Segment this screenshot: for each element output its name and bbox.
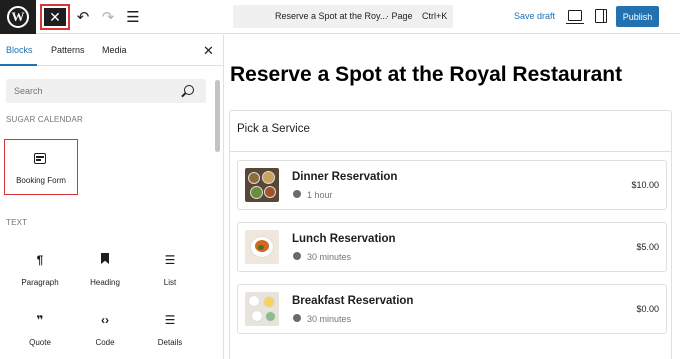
service-name: Breakfast Reservation: [292, 295, 414, 307]
command-palette-bar[interactable]: Reserve a Spot at the Roy... · Page Ctrl…: [233, 5, 453, 28]
wordpress-logo-button[interactable]: W: [0, 0, 36, 34]
service-name: Dinner Reservation: [292, 171, 398, 183]
service-item-breakfast[interactable]: Breakfast Reservation 30 minutes $0.00: [237, 284, 667, 334]
settings-panel-icon[interactable]: [595, 9, 607, 23]
clock-icon: [293, 314, 301, 322]
dinner-thumbnail: [245, 168, 279, 202]
editor-toolbar: W ✕ ↶ ↷ ☰ Reserve a Spot at the Roy... ·…: [0, 0, 680, 34]
tab-media[interactable]: Media: [102, 45, 127, 55]
close-icon: ✕: [44, 8, 66, 26]
heading-icon: [101, 253, 109, 264]
details-icon: ☰: [164, 313, 176, 327]
block-paragraph[interactable]: ¶ Paragraph: [8, 253, 72, 303]
block-inserter-panel: Blocks Patterns Media ✕ SUGAR CALENDAR B…: [0, 35, 224, 359]
block-label: List: [163, 278, 177, 287]
block-code[interactable]: ‹› Code: [73, 313, 137, 359]
category-label-text: TEXT: [6, 218, 28, 227]
close-inserter-icon[interactable]: ✕: [203, 43, 214, 59]
booking-form-icon: [34, 153, 46, 164]
service-item-lunch[interactable]: Lunch Reservation 30 minutes $5.00: [237, 222, 667, 272]
clock-icon: [293, 190, 301, 198]
block-label: Booking Form: [16, 176, 66, 185]
block-label: Paragraph: [21, 278, 59, 287]
service-price: $5.00: [636, 242, 659, 252]
wordpress-logo-icon: W: [7, 6, 29, 28]
block-label: Code: [95, 338, 115, 347]
booking-form-block[interactable]: Pick a Service Dinner Reservation 1 hour…: [229, 110, 672, 359]
block-list[interactable]: ☰ List: [138, 253, 202, 303]
service-heading: Pick a Service: [237, 123, 310, 135]
document-overview-icon[interactable]: ☰: [124, 8, 142, 26]
quote-icon: ❞: [36, 313, 44, 327]
view-desktop-icon[interactable]: [566, 10, 584, 24]
block-booking-form[interactable]: Booking Form: [4, 139, 78, 195]
clock-icon: [293, 252, 301, 260]
service-name: Lunch Reservation: [292, 233, 396, 245]
block-quote[interactable]: ❞ Quote: [8, 313, 72, 359]
active-tab-indicator: [0, 64, 37, 66]
search-icon: [184, 85, 194, 95]
sidebar-scrollbar[interactable]: [215, 80, 220, 152]
service-price: $10.00: [631, 180, 659, 190]
inserter-tabs: Blocks Patterns Media ✕: [0, 35, 223, 66]
paragraph-icon: ¶: [36, 253, 44, 267]
lunch-thumbnail: [245, 230, 279, 264]
document-title: Reserve a Spot at the Roy...: [275, 11, 388, 21]
service-item-dinner[interactable]: Dinner Reservation 1 hour $10.00: [237, 160, 667, 210]
close-block-inserter-button[interactable]: ✕: [40, 4, 70, 30]
block-details[interactable]: ☰ Details: [138, 313, 202, 359]
block-label: Details: [157, 338, 183, 347]
service-duration: 30 minutes: [307, 252, 352, 262]
code-icon: ‹›: [101, 313, 109, 327]
tab-patterns[interactable]: Patterns: [51, 45, 85, 55]
service-duration: 1 hour: [307, 190, 333, 200]
block-search-input[interactable]: [6, 79, 206, 103]
service-duration: 30 minutes: [307, 314, 352, 324]
service-price: $0.00: [636, 304, 659, 314]
redo-icon[interactable]: ↷: [99, 8, 117, 26]
block-heading[interactable]: Heading: [73, 253, 137, 303]
keyboard-shortcut: Ctrl+K: [422, 11, 448, 21]
list-icon: ☰: [164, 253, 176, 267]
divider: [230, 151, 671, 152]
block-label: Heading: [90, 278, 120, 287]
block-label: Quote: [29, 338, 51, 347]
breakfast-thumbnail: [245, 292, 279, 326]
tab-blocks[interactable]: Blocks: [6, 45, 33, 55]
document-type: · Page: [386, 11, 413, 21]
category-label-sugar-calendar: SUGAR CALENDAR: [6, 115, 84, 124]
publish-button[interactable]: Publish: [616, 6, 659, 27]
editor-canvas: Reserve a Spot at the Royal Restaurant P…: [225, 35, 680, 359]
page-title[interactable]: Reserve a Spot at the Royal Restaurant: [230, 63, 622, 87]
save-draft-button[interactable]: Save draft: [514, 11, 555, 21]
undo-icon[interactable]: ↶: [74, 8, 92, 26]
